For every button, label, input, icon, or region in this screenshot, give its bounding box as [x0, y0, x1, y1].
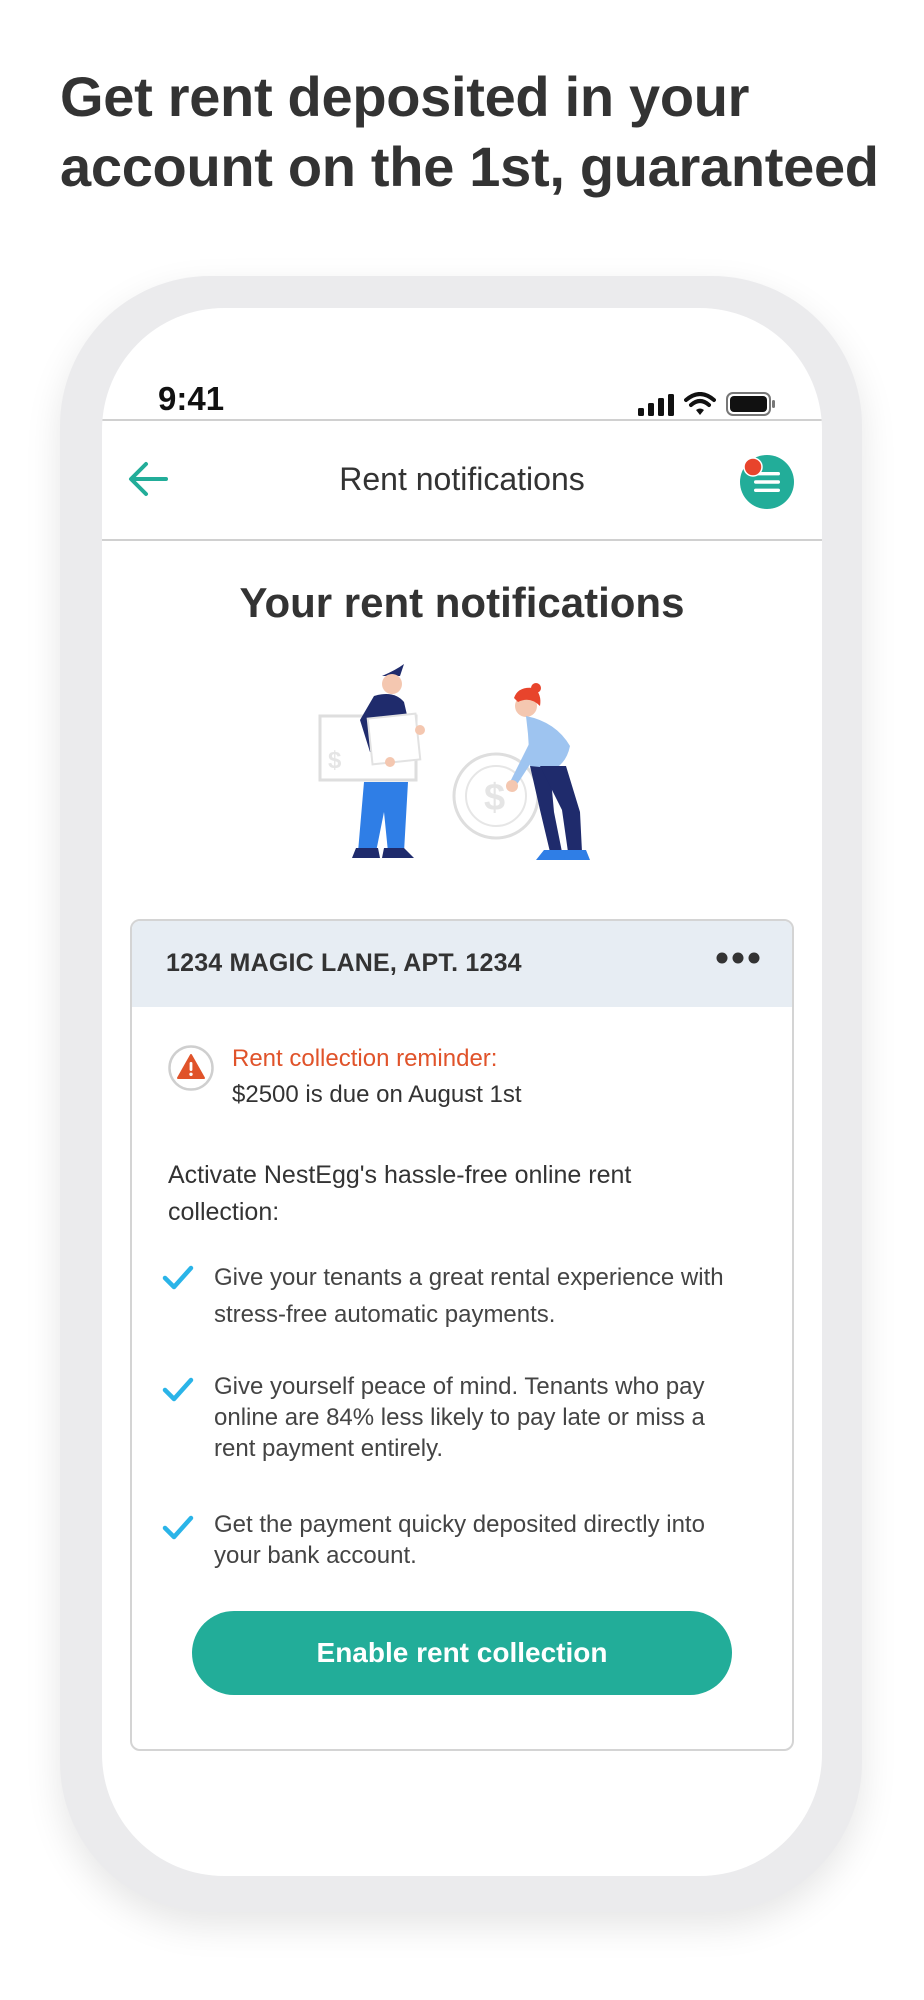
- benefit-text: Give yourself peace of mind. Tenants who…: [214, 1373, 705, 1462]
- app-bar: Rent notifications: [102, 419, 822, 541]
- phone-screen: 9:41 Rent notifications Your rent notifi…: [102, 308, 822, 1876]
- app-bar-title: Rent notifications: [339, 461, 585, 497]
- activate-description: Activate NestEgg's hassle-free online re…: [168, 1161, 632, 1226]
- more-horizontal-icon[interactable]: [716, 951, 760, 965]
- checkmark-icon: [162, 1377, 194, 1402]
- checkmark-icon: [162, 1515, 194, 1540]
- svg-text:$: $: [328, 747, 342, 774]
- property-address: 1234 MAGIC LANE, APT. 1234: [166, 949, 522, 977]
- notification-dot: [743, 457, 763, 477]
- svg-text:$: $: [484, 777, 505, 819]
- phone-frame: 9:41 Rent notifications Your rent notifi…: [60, 276, 862, 1912]
- battery-icon: [726, 392, 775, 416]
- benefit-text: Get the payment quicky deposited directl…: [214, 1511, 705, 1569]
- rent-exchange-illustration: $ $: [318, 664, 590, 860]
- wifi-icon: [684, 392, 716, 415]
- enable-rent-collection-button[interactable]: Enable rent collection: [192, 1611, 732, 1695]
- reminder-detail: $2500 is due on August 1st: [232, 1081, 522, 1108]
- property-card: 1234 MAGIC LANE, APT. 1234 Rent collecti…: [130, 919, 794, 1751]
- status-time: 9:41: [158, 380, 225, 417]
- marketing-headline: Get rent deposited in your account on th…: [60, 62, 900, 202]
- benefit-text: Give your tenants a great rental experie…: [214, 1264, 724, 1328]
- checkmark-icon: [162, 1265, 194, 1290]
- property-card-header: 1234 MAGIC LANE, APT. 1234: [132, 921, 792, 1007]
- cellular-signal-icon: [638, 394, 674, 416]
- page-heading: Your rent notifications: [239, 579, 685, 626]
- reminder-title: Rent collection reminder:: [232, 1045, 498, 1072]
- headline-line-2: account on the 1st, guaranteed: [60, 135, 879, 198]
- headline-line-1: Get rent deposited in your: [60, 65, 750, 128]
- status-icons: [638, 388, 776, 416]
- menu-icon[interactable]: [740, 455, 794, 509]
- warning-icon: [168, 1045, 214, 1091]
